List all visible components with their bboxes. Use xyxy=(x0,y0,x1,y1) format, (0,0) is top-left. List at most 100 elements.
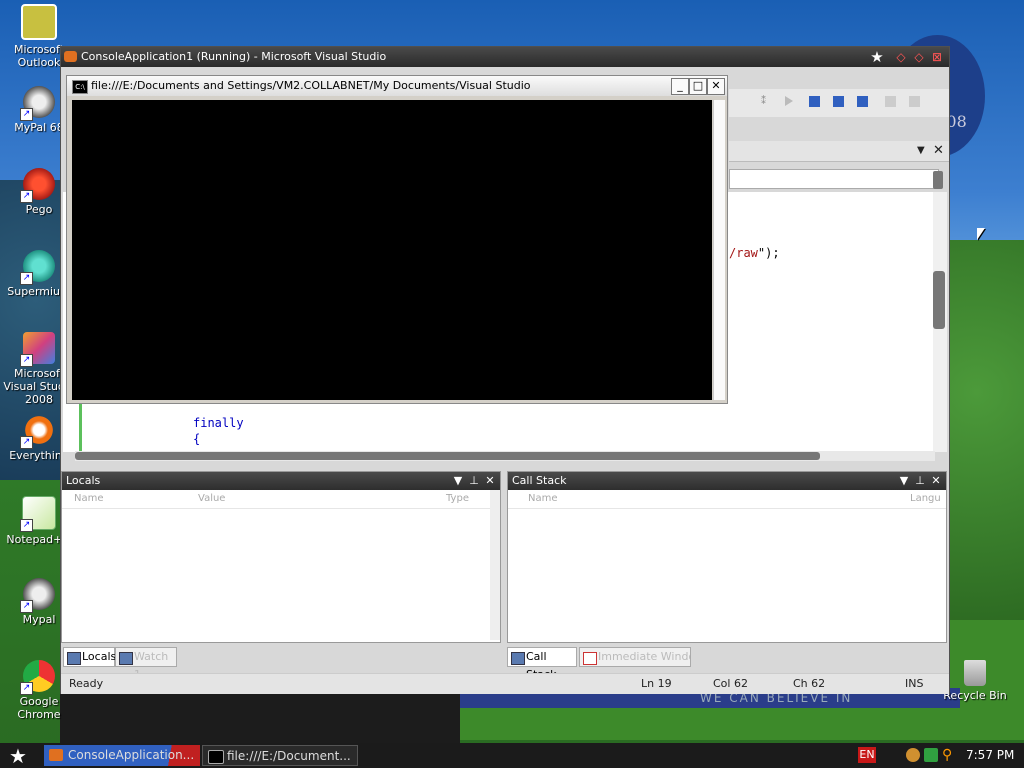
column-header[interactable]: Name xyxy=(74,490,104,508)
locals-title: Locals xyxy=(66,474,101,487)
toolbar-grip-icon: ⁑ xyxy=(761,96,766,107)
show-next-statement-icon[interactable] xyxy=(885,96,896,107)
tab-immediate-window[interactable]: Immediate Window xyxy=(579,647,691,667)
callstack-panel: Call Stack ▼ ⊥ ✕ Name Language xyxy=(507,471,947,643)
minimize-button[interactable]: _ xyxy=(671,78,689,95)
editor-horizontal-scroll-thumb[interactable] xyxy=(75,452,820,460)
pin-icon[interactable]: ⊥ xyxy=(467,472,481,490)
status-char: Ch 62 xyxy=(793,677,826,690)
pego-icon: ↗ xyxy=(20,168,55,203)
chevron-down-icon[interactable]: ▼ xyxy=(917,145,925,156)
continue-icon[interactable] xyxy=(785,96,793,106)
tab-label: Locals xyxy=(82,650,117,663)
taskbar-button-label: ConsoleApplication... xyxy=(68,748,195,762)
chevron-down-icon[interactable]: ▼ xyxy=(451,472,465,490)
locals-title-bar: Locals ▼ ⊥ ✕ xyxy=(62,472,500,490)
shortcut-arrow-icon: ↗ xyxy=(20,190,33,203)
locals-scrollbar[interactable] xyxy=(490,490,500,640)
vs-window-title: ConsoleApplication1 (Running) - Microsof… xyxy=(81,50,387,63)
column-header[interactable]: Type xyxy=(446,490,469,508)
console-icon: C:\ xyxy=(72,80,88,94)
close-button[interactable]: ⊠ xyxy=(929,49,945,65)
pin-icon[interactable]: ⊥ xyxy=(913,472,927,490)
callstack-title: Call Stack xyxy=(512,474,567,487)
close-icon[interactable]: ✕ xyxy=(483,472,497,490)
system-clock[interactable]: 7:57 PM xyxy=(966,743,1014,768)
debug-toolbar: ⁑ xyxy=(729,89,949,117)
shortcut-arrow-icon: ↗ xyxy=(20,436,33,449)
locals-panel: Locals ▼ ⊥ ✕ Name Value Type xyxy=(61,471,501,643)
taskbar-button-console[interactable]: file:///E:/Document... xyxy=(202,745,358,766)
everything-icon: ↗ xyxy=(20,414,55,449)
maximize-button[interactable]: ◇ xyxy=(911,49,927,65)
close-icon[interactable]: ✕ xyxy=(929,472,943,490)
taskbar: ★ ConsoleApplication... file:///E:/Docum… xyxy=(0,743,1024,768)
tray-app-icon[interactable] xyxy=(906,748,920,762)
status-text: Ready xyxy=(69,677,104,690)
shortcut-arrow-icon: ↗ xyxy=(20,272,33,285)
code-line: /raw"); xyxy=(729,246,780,260)
code-string: /raw xyxy=(729,246,758,260)
call-stack-icon xyxy=(511,652,525,665)
recycle-bin-icon xyxy=(964,660,986,686)
search-icon[interactable]: ⚲ xyxy=(942,748,956,762)
mouse-cursor-icon xyxy=(977,228,985,240)
shortcut-arrow-icon: ↗ xyxy=(20,354,33,367)
restart-icon[interactable] xyxy=(857,96,868,107)
chrome-icon: ↗ xyxy=(20,660,55,695)
pause-icon[interactable] xyxy=(809,96,820,107)
wallpaper-foliage-right xyxy=(945,240,1024,620)
code-line: finally xyxy=(193,416,244,430)
locals-icon xyxy=(67,652,81,665)
console-window: C:\ file:///E:/Documents and Settings/VM… xyxy=(66,75,728,404)
column-header[interactable]: Name xyxy=(528,490,558,508)
tab-call-stack[interactable]: Call Stack xyxy=(507,647,577,681)
console-icon xyxy=(208,750,224,764)
console-title-bar[interactable]: C:\ file:///E:/Documents and Settings/VM… xyxy=(67,76,727,112)
notepadpp-icon: ↗ xyxy=(20,496,56,532)
locals-header-row xyxy=(62,490,500,509)
members-dropdown[interactable] xyxy=(729,169,939,189)
callstack-title-bar: Call Stack ▼ ⊥ ✕ xyxy=(508,472,946,490)
editor-vertical-scroll-thumb[interactable] xyxy=(933,271,945,329)
status-line: Ln 19 xyxy=(641,677,672,690)
change-marker xyxy=(79,404,82,452)
column-header[interactable]: Value xyxy=(198,490,225,508)
tray-network-icon[interactable] xyxy=(924,748,938,762)
immediate-window-icon xyxy=(583,652,597,665)
taskbar-button-label: file:///E:/Document... xyxy=(227,749,351,763)
tab-locals[interactable]: Locals xyxy=(63,647,117,667)
callstack-header-row xyxy=(508,490,946,509)
outlook-icon xyxy=(21,4,57,40)
chevron-down-icon[interactable]: ▼ xyxy=(897,472,911,490)
tab-label: Immediate Window xyxy=(598,650,690,663)
supermium-icon: ↗ xyxy=(20,250,55,285)
star-icon[interactable]: ★ xyxy=(869,49,885,65)
combo-scroll-thumb[interactable] xyxy=(933,171,943,189)
status-column: Col 62 xyxy=(713,677,748,690)
vs-title-bar[interactable]: ConsoleApplication1 (Running) - Microsof… xyxy=(61,47,949,67)
wallpaper-figure xyxy=(60,690,460,745)
status-bar: Ready Ln 19 Col 62 Ch 62 INS xyxy=(61,673,949,694)
stop-icon[interactable] xyxy=(833,96,844,107)
visual-studio-icon xyxy=(64,51,77,62)
taskbar-button-visual-studio[interactable]: ConsoleApplication... xyxy=(44,745,200,766)
language-indicator[interactable]: EN xyxy=(858,747,876,763)
console-scrollbar[interactable] xyxy=(713,100,725,400)
column-header[interactable]: Language xyxy=(910,490,940,508)
step-into-icon[interactable] xyxy=(909,96,920,107)
visual-studio-icon: ↗ xyxy=(20,332,55,367)
shortcut-arrow-icon: ↗ xyxy=(20,519,33,532)
code-line: { xyxy=(193,432,201,446)
raccoon-icon: ↗ xyxy=(20,578,55,613)
visual-studio-icon xyxy=(49,749,63,761)
raccoon-icon: ↗ xyxy=(20,86,55,121)
close-document-icon[interactable]: ✕ xyxy=(933,143,944,158)
tab-watch[interactable]: Watch 1 xyxy=(115,647,177,681)
shortcut-arrow-icon: ↗ xyxy=(20,682,33,695)
console-output-area[interactable] xyxy=(72,100,712,400)
start-button[interactable]: ★ xyxy=(6,744,30,768)
close-button[interactable]: ✕ xyxy=(707,78,725,95)
maximize-button[interactable]: □ xyxy=(689,78,707,95)
minimize-button[interactable]: ◇ xyxy=(893,49,909,65)
